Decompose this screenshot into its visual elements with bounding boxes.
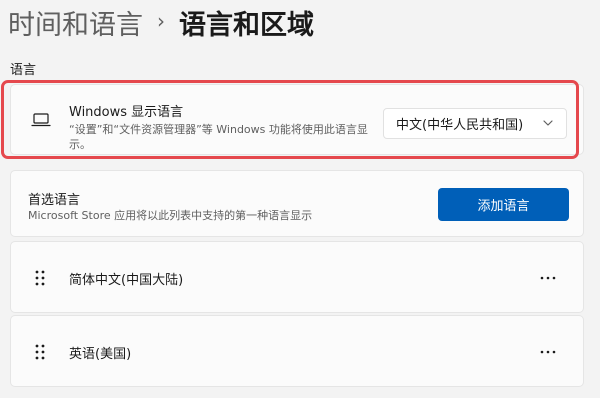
display-language-title: Windows 显示语言	[69, 105, 184, 120]
display-language-selected: 中文(中华人民共和国)	[396, 118, 524, 133]
breadcrumb-parent-time-language[interactable]: 时间和语言	[8, 3, 143, 42]
language-name: 简体中文(中国大陆)	[69, 273, 184, 288]
settings-page: 时间和语言 › 语言和区域 语言 Windows 显示语言 “设置”和“文件资源…	[0, 0, 600, 398]
section-heading-language: 语言	[10, 63, 37, 78]
chevron-down-icon	[543, 120, 553, 126]
display-language-dropdown[interactable]: 中文(中华人民共和国)	[383, 108, 567, 139]
windows-display-language-card: Windows 显示语言 “设置”和“文件资源管理器”等 Windows 功能将…	[10, 84, 584, 155]
language-list-item: 简体中文(中国大陆)	[10, 241, 584, 313]
drag-handle-icon[interactable]	[34, 343, 46, 361]
breadcrumb: 时间和语言 › 语言和区域	[8, 2, 314, 42]
preferred-languages-card: 首选语言 Microsoft Store 应用将以此列表中支持的第一种语言显示 …	[10, 170, 584, 237]
preferred-languages-subtitle: Microsoft Store 应用将以此列表中支持的第一种语言显示	[28, 209, 313, 222]
language-list-item: 英语(美国)	[10, 315, 584, 387]
display-language-description: “设置”和“文件资源管理器”等 Windows 功能将使用此语言显示。	[69, 123, 368, 151]
more-options-icon[interactable]	[539, 275, 557, 281]
add-language-button[interactable]: 添加语言	[438, 188, 569, 221]
more-options-icon[interactable]	[539, 349, 557, 355]
preferred-languages-title: 首选语言	[28, 193, 81, 208]
page-title: 语言和区域	[179, 9, 314, 41]
breadcrumb-separator: ›	[157, 9, 165, 33]
monitor-icon	[31, 113, 51, 127]
language-name: 英语(美国)	[69, 347, 132, 362]
drag-handle-icon[interactable]	[34, 269, 46, 287]
